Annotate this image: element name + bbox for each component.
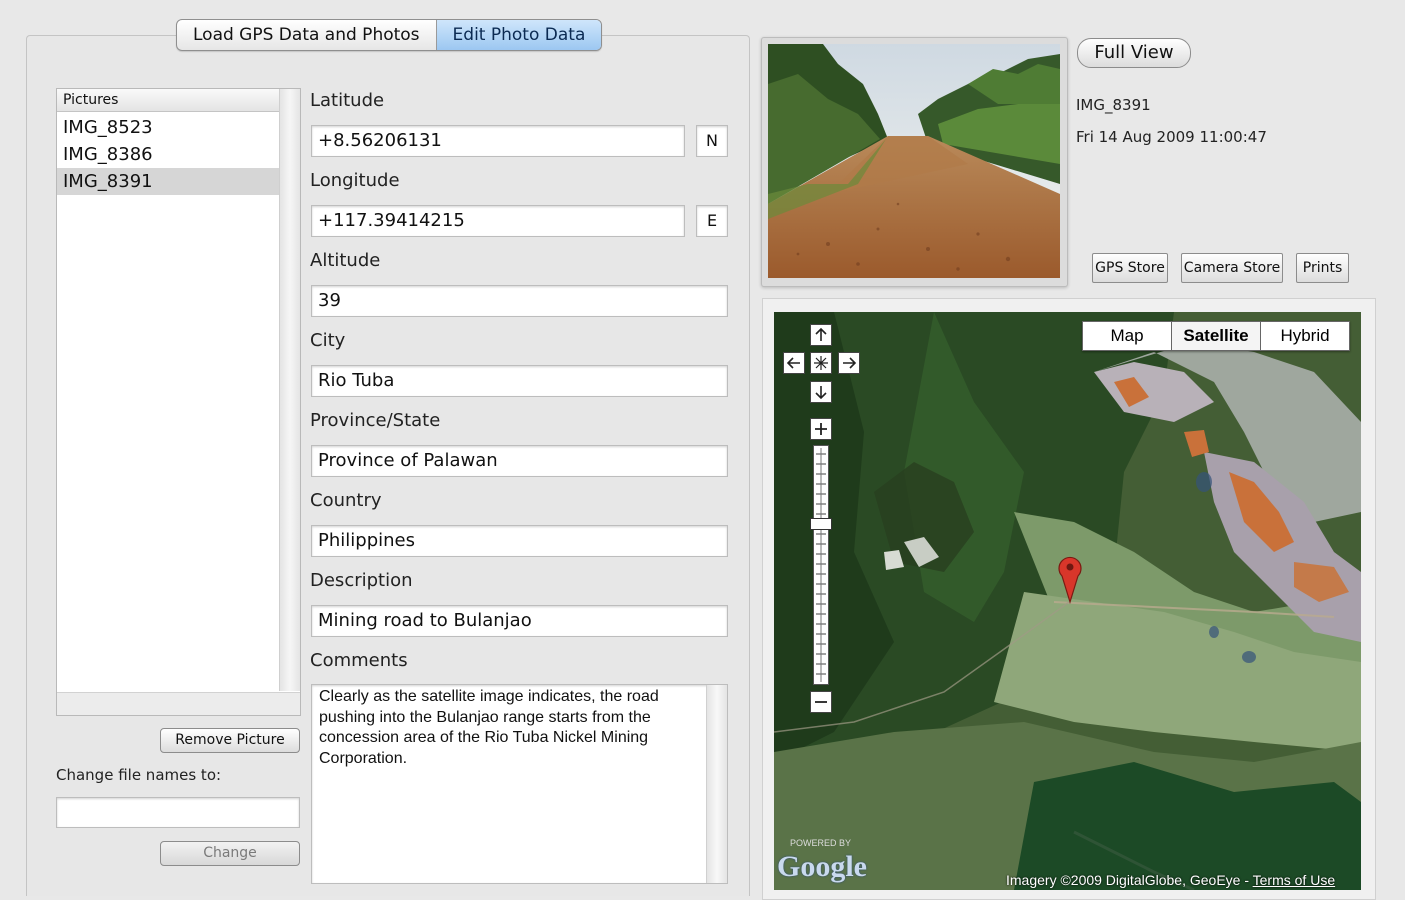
powered-by-text: POWERED BY (790, 838, 852, 848)
pan-center-icon[interactable] (810, 352, 832, 374)
pan-down-icon[interactable] (810, 381, 832, 403)
imagery-credit: Imagery ©2009 DigitalGlobe, GeoEye - (1006, 872, 1253, 888)
comments-textarea[interactable]: Clearly as the satellite image indicates… (311, 684, 728, 884)
zoom-in-icon[interactable] (810, 418, 832, 440)
zoom-out-icon[interactable] (810, 691, 832, 713)
tab-load-gps-data[interactable]: Load GPS Data and Photos (177, 20, 436, 50)
satellite-map[interactable] (774, 312, 1361, 890)
tab-bar: Load GPS Data and Photos Edit Photo Data (176, 19, 603, 51)
country-field[interactable]: Philippines (311, 525, 728, 557)
altitude-field[interactable]: 39 (311, 285, 728, 317)
list-item[interactable]: IMG_8523 (57, 114, 279, 141)
altitude-label: Altitude (310, 250, 381, 271)
full-view-button[interactable]: Full View (1077, 38, 1191, 68)
pan-right-icon[interactable] (838, 352, 860, 374)
map-attribution: Imagery ©2009 DigitalGlobe, GeoEye - Ter… (1006, 872, 1335, 888)
comments-label: Comments (310, 650, 408, 671)
location-marker-icon[interactable] (1057, 554, 1083, 604)
photo-date: Fri 14 Aug 2009 11:00:47 (1076, 128, 1267, 146)
gps-store-button[interactable]: GPS Store (1092, 253, 1168, 283)
list-item-selected[interactable]: IMG_8391 (57, 168, 279, 195)
map-type-control: Map Satellite Hybrid (1082, 321, 1350, 351)
latitude-field[interactable]: +8.56206131 (311, 125, 685, 157)
photo-preview-frame (761, 37, 1068, 287)
pan-up-icon[interactable] (810, 324, 832, 346)
change-file-names-label: Change file names to: (56, 766, 222, 784)
file-name-field[interactable] (56, 797, 300, 828)
description-field[interactable]: Mining road to Bulanjao (311, 605, 728, 637)
remove-picture-button[interactable]: Remove Picture (160, 728, 300, 753)
country-label: Country (310, 490, 382, 511)
zoom-slider-track[interactable] (813, 445, 829, 685)
comments-scrollbar[interactable] (706, 685, 727, 883)
list-bottom-bar (57, 692, 300, 715)
city-field[interactable]: Rio Tuba (311, 365, 728, 397)
longitude-direction-field[interactable]: E (696, 205, 728, 237)
map-type-satellite-button[interactable]: Satellite (1171, 322, 1260, 350)
comments-text: Clearly as the satellite image indicates… (319, 688, 659, 767)
zoom-slider-handle[interactable] (810, 518, 832, 530)
pan-left-icon[interactable] (783, 352, 805, 374)
pictures-column-header[interactable]: Pictures (57, 89, 284, 112)
terms-of-use-link[interactable]: Terms of Use (1253, 872, 1335, 888)
pictures-list[interactable]: Pictures IMG_8523 IMG_8386 IMG_8391 (56, 88, 301, 716)
latitude-label: Latitude (310, 90, 385, 111)
map-type-map-button[interactable]: Map (1083, 322, 1171, 350)
photo-preview[interactable] (768, 44, 1060, 278)
latitude-direction-field[interactable]: N (696, 125, 728, 157)
province-label: Province/State (310, 410, 441, 431)
longitude-field[interactable]: +117.39414215 (311, 205, 685, 237)
camera-store-button[interactable]: Camera Store (1181, 253, 1283, 283)
prints-button[interactable]: Prints (1296, 253, 1349, 283)
list-item[interactable]: IMG_8386 (57, 141, 279, 168)
description-label: Description (310, 570, 413, 591)
photo-name: IMG_8391 (1076, 96, 1151, 114)
tab-edit-photo-data[interactable]: Edit Photo Data (435, 20, 602, 50)
change-button[interactable]: Change (160, 841, 300, 866)
list-scrollbar[interactable] (279, 89, 300, 691)
google-logo[interactable]: Google (777, 850, 867, 884)
province-field[interactable]: Province of Palawan (311, 445, 728, 477)
map-type-hybrid-button[interactable]: Hybrid (1260, 322, 1349, 350)
city-label: City (310, 330, 346, 351)
longitude-label: Longitude (310, 170, 400, 191)
